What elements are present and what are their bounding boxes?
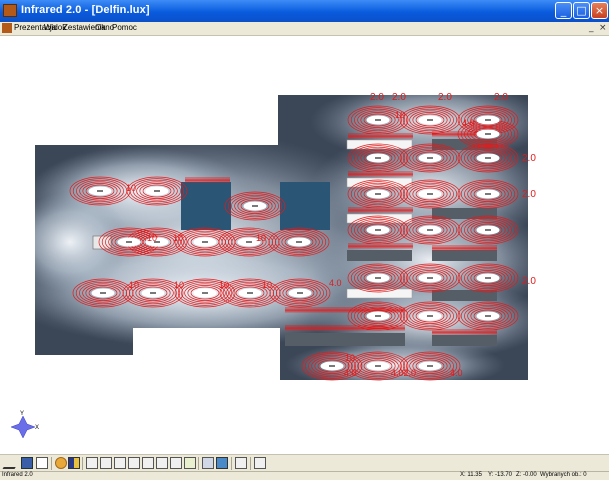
contour-label: 10 xyxy=(395,110,405,120)
contour-label: 2.0 xyxy=(522,189,536,200)
render-icon[interactable] xyxy=(68,457,80,469)
view-front-icon[interactable] xyxy=(86,457,98,469)
contour-label: 4.0 xyxy=(329,278,342,288)
contour-label: 2.0 xyxy=(494,92,508,103)
status-x: X: 11.35 xyxy=(460,472,482,478)
view-perspective-icon[interactable] xyxy=(184,457,196,469)
contour-label: 4.0 xyxy=(450,368,463,378)
contour-label: 2.0 xyxy=(438,92,452,103)
close-button[interactable]: × xyxy=(591,2,608,19)
menu-bar: Prezentacja Widok Zestawienia Okno Pomoc… xyxy=(0,22,609,36)
contour-label: 2.0 xyxy=(392,92,406,103)
column xyxy=(280,182,330,230)
app-icon[interactable] xyxy=(3,4,17,17)
view-iso-icon[interactable] xyxy=(170,457,182,469)
contour-label: 2.0 xyxy=(370,92,384,103)
floor-plan: 2.0 2.0 2.0 2.0 2.0 2.0 2.0 4.0 4.0 4.0 … xyxy=(35,92,536,381)
contour-label: 10 xyxy=(147,233,157,243)
light-bulb-icon[interactable] xyxy=(55,457,67,469)
drawing-canvas[interactable]: 2.0 2.0 2.0 2.0 2.0 2.0 2.0 4.0 4.0 4.0 … xyxy=(0,36,609,454)
contour-label: 10 xyxy=(129,280,139,290)
contour-label: 2.0 xyxy=(522,153,536,164)
contour-label: 10 xyxy=(174,280,184,290)
status-selected: Wybranych ob.: 0 xyxy=(540,472,587,478)
contour-label: 10 xyxy=(219,280,229,290)
x-axis-label: X xyxy=(35,425,39,431)
contour-label: 10 xyxy=(126,183,136,193)
contour-label: 10 xyxy=(173,233,183,243)
zoom-icon[interactable] xyxy=(216,457,228,469)
pencil-icon[interactable] xyxy=(2,457,22,469)
window-title: Infrared 2.0 - [Delfin.lux] xyxy=(21,4,150,16)
minimize-button[interactable]: _ xyxy=(555,2,572,19)
mdi-close-button[interactable]: × xyxy=(599,23,607,33)
maximize-button[interactable]: □ xyxy=(573,2,590,19)
document-icon[interactable] xyxy=(2,23,12,33)
title-bar: Infrared 2.0 - [Delfin.lux] _ □ × xyxy=(0,0,609,22)
print-icon[interactable] xyxy=(36,457,48,469)
status-z: Z: -0.00 xyxy=(516,472,537,478)
mdi-minimize-button[interactable]: _ xyxy=(589,23,594,33)
contour-label: 10 xyxy=(256,233,266,243)
view-left-icon[interactable] xyxy=(114,457,126,469)
settings-icon[interactable] xyxy=(254,457,266,469)
view-back-icon[interactable] xyxy=(100,457,112,469)
contour-label: 2.0 xyxy=(522,276,536,287)
bottom-toolbar xyxy=(0,454,609,471)
layers-icon[interactable] xyxy=(202,457,214,469)
status-y: Y: -13.70 xyxy=(488,472,513,478)
contour-label: 4.02.0 xyxy=(391,368,416,378)
view-right-icon[interactable] xyxy=(128,457,140,469)
status-bar: Infrared 2.0 X: 11.35 Y: -13.70 Z: -0.00… xyxy=(0,471,609,480)
contour-label: 10 xyxy=(345,353,355,363)
y-axis-label: Y xyxy=(20,411,24,417)
view-bottom-icon[interactable] xyxy=(156,457,168,469)
column xyxy=(181,182,231,230)
status-app-name: Infrared 2.0 xyxy=(2,472,33,478)
contour-label: 10 xyxy=(262,280,272,290)
view-top-icon[interactable] xyxy=(142,457,154,469)
contour-label: 4.0 xyxy=(344,368,357,378)
axis-indicator: Y X xyxy=(10,411,39,439)
menu-pomoc[interactable]: Pomoc xyxy=(112,23,137,32)
contour-label: 4.0 xyxy=(462,118,475,128)
cascade-icon[interactable] xyxy=(235,457,247,469)
save-icon[interactable] xyxy=(21,457,33,469)
